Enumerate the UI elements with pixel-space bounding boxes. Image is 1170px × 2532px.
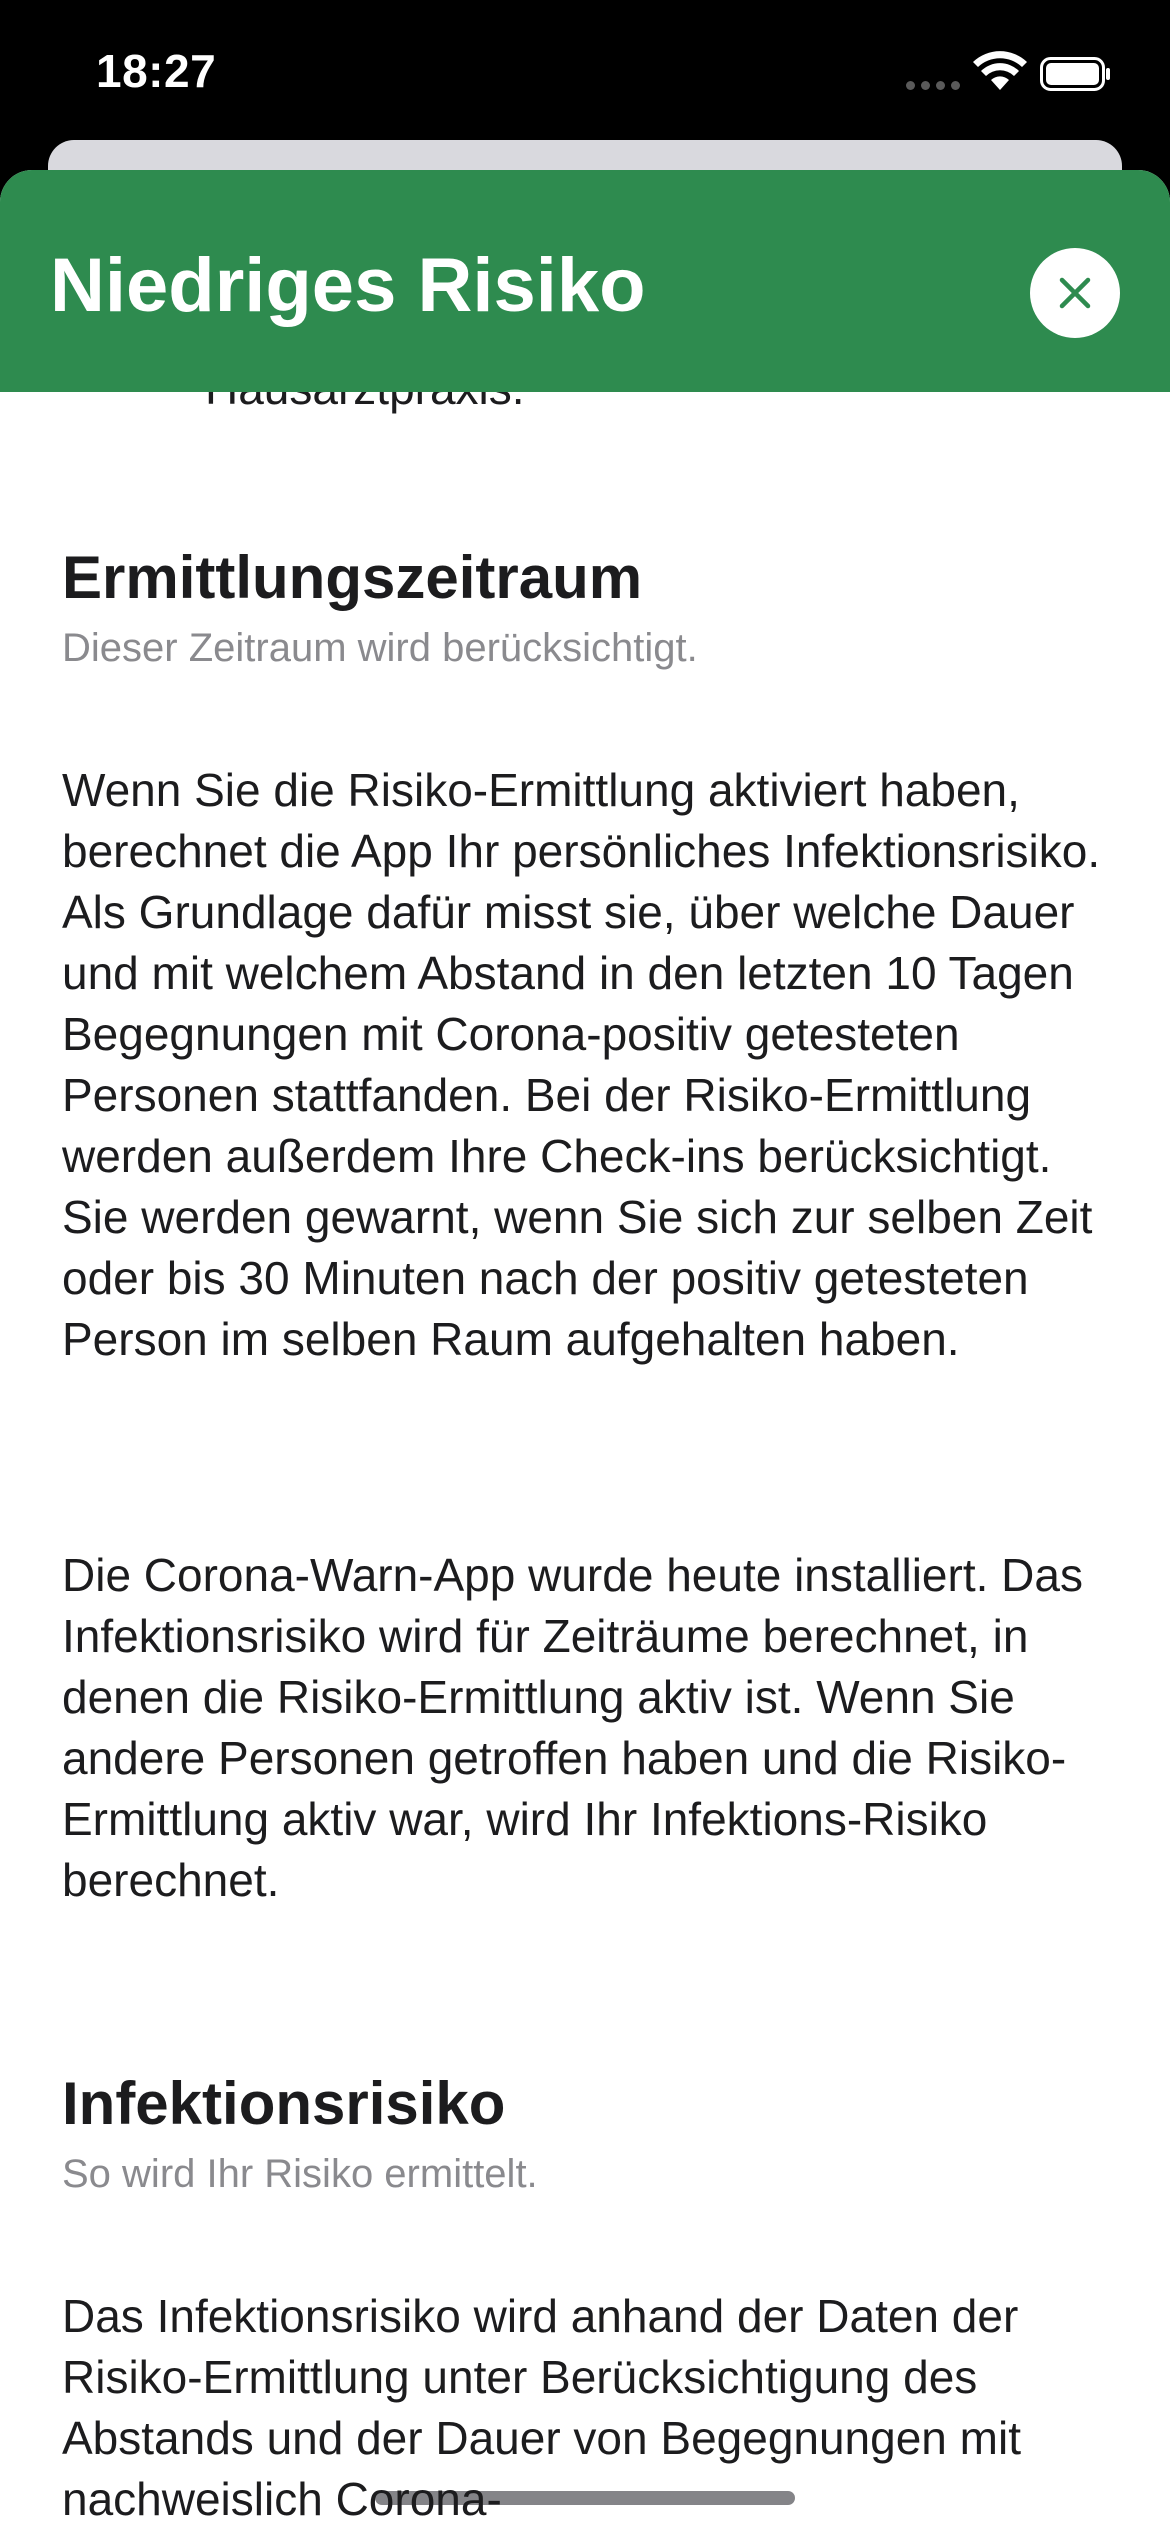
battery-icon	[1040, 57, 1110, 91]
section-subtitle-infektionsrisiko: So wird Ihr Risiko ermittelt.	[62, 2152, 538, 2196]
paragraph-risk-calculation: Wenn Sie die Risiko-Ermittlung aktiviert…	[62, 764, 1101, 1365]
section-title-infektionsrisiko: Infektionsrisiko	[62, 2070, 506, 2137]
page-title: Niedriges Risiko	[50, 243, 646, 328]
risk-detail-sheet: Niedriges Risiko Hausarztpraxis. Ermittl…	[0, 170, 1170, 2532]
status-bar: 18:27	[0, 0, 1170, 150]
close-button[interactable]	[1030, 248, 1120, 338]
wifi-icon	[973, 51, 1027, 90]
paragraph-installation-info: Die Corona-Warn-App wurde heute installi…	[62, 1549, 1083, 1906]
paragraph-infection-risk: Das Infektionsrisiko wird anhand der Dat…	[62, 2290, 1021, 2525]
status-time: 18:27	[96, 45, 217, 97]
header-bar: Niedriges Risiko	[0, 170, 1170, 392]
cellular-signal-icon	[906, 81, 960, 90]
close-x-icon	[1059, 277, 1091, 309]
section-subtitle-ermittlungszeitraum: Dieser Zeitraum wird berücksichtigt.	[62, 626, 698, 670]
section-title-ermittlungszeitraum: Ermittlungszeitraum	[62, 544, 643, 611]
